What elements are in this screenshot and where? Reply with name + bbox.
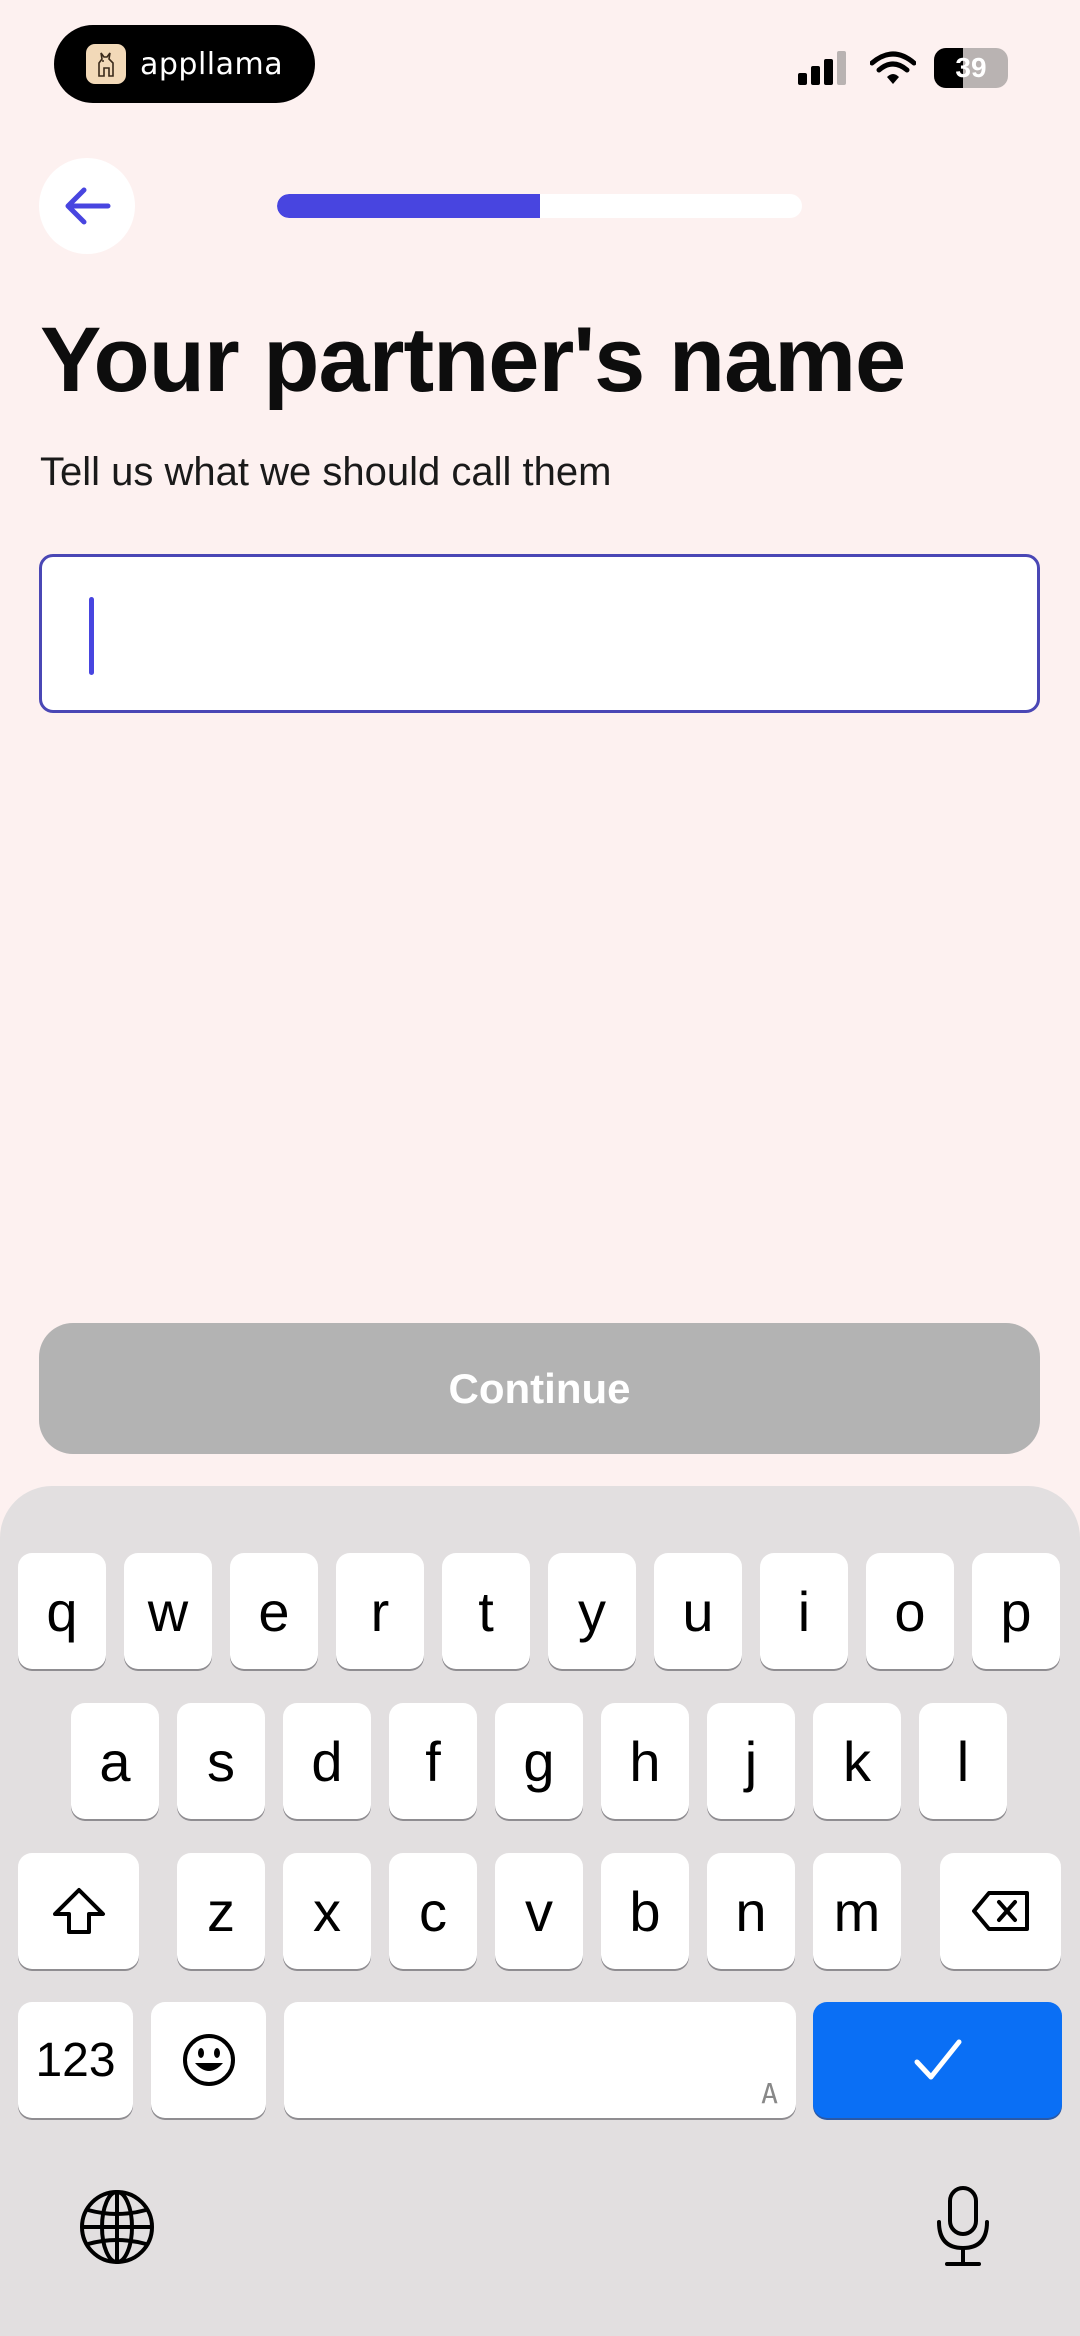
- battery-indicator: 39: [934, 48, 1008, 88]
- shift-key[interactable]: [18, 1853, 139, 1969]
- space-corner-label: A: [761, 2077, 778, 2110]
- wifi-icon: [870, 51, 916, 84]
- key-w[interactable]: w: [124, 1553, 212, 1669]
- shift-icon: [52, 1888, 105, 1934]
- partner-name-field[interactable]: [39, 554, 1040, 713]
- app-indicator-pill[interactable]: appllama: [54, 25, 315, 103]
- key-j[interactable]: j: [707, 1703, 795, 1819]
- key-q[interactable]: q: [18, 1553, 106, 1669]
- progress-fill: [277, 194, 540, 218]
- key-c[interactable]: c: [389, 1853, 477, 1969]
- key-o[interactable]: o: [866, 1553, 954, 1669]
- key-d[interactable]: d: [283, 1703, 371, 1819]
- continue-button[interactable]: Continue: [39, 1323, 1040, 1454]
- onscreen-keyboard: qwertyuiop asdfghjkl zxcvbnm 123 A: [0, 1486, 1080, 2336]
- key-t[interactable]: t: [442, 1553, 530, 1669]
- globe-icon: [80, 2190, 154, 2264]
- key-v[interactable]: v: [495, 1853, 583, 1969]
- page-title: Your partner's name: [40, 309, 906, 411]
- text-cursor: [89, 597, 94, 675]
- key-f[interactable]: f: [389, 1703, 477, 1819]
- key-a[interactable]: a: [71, 1703, 159, 1819]
- key-p[interactable]: p: [972, 1553, 1060, 1669]
- partner-name-input[interactable]: [42, 557, 1037, 710]
- status-icons: 39: [798, 48, 1008, 88]
- key-y[interactable]: y: [548, 1553, 636, 1669]
- back-button[interactable]: [39, 158, 135, 254]
- key-g[interactable]: g: [495, 1703, 583, 1819]
- arrow-left-icon: [65, 187, 111, 225]
- checkmark-icon: [914, 2039, 961, 2080]
- onboarding-progress-bar: [277, 194, 802, 218]
- key-r[interactable]: r: [336, 1553, 424, 1669]
- microphone-icon: [937, 2186, 989, 2266]
- emoji-key[interactable]: [151, 2002, 266, 2118]
- done-key[interactable]: [813, 2002, 1062, 2118]
- key-e[interactable]: e: [230, 1553, 318, 1669]
- dictation-button[interactable]: [922, 2182, 1004, 2272]
- key-s[interactable]: s: [177, 1703, 265, 1819]
- key-m[interactable]: m: [813, 1853, 901, 1969]
- key-n[interactable]: n: [707, 1853, 795, 1969]
- globe-button[interactable]: [76, 2186, 158, 2268]
- backspace-icon: [971, 1891, 1029, 1931]
- key-x[interactable]: x: [283, 1853, 371, 1969]
- space-key[interactable]: A: [284, 2002, 796, 2118]
- numbers-key[interactable]: 123: [18, 2002, 133, 2118]
- page-subtitle: Tell us what we should call them: [40, 450, 612, 494]
- key-h[interactable]: h: [601, 1703, 689, 1819]
- cellular-signal-icon: [798, 51, 846, 85]
- status-bar: appllama 39: [0, 0, 1080, 140]
- delete-key[interactable]: [940, 1853, 1061, 1969]
- key-i[interactable]: i: [760, 1553, 848, 1669]
- battery-level: 39: [955, 52, 987, 83]
- key-z[interactable]: z: [177, 1853, 265, 1969]
- key-l[interactable]: l: [919, 1703, 1007, 1819]
- llama-logo-icon: [86, 44, 126, 84]
- key-b[interactable]: b: [601, 1853, 689, 1969]
- key-k[interactable]: k: [813, 1703, 901, 1819]
- key-u[interactable]: u: [654, 1553, 742, 1669]
- emoji-icon: [182, 2034, 235, 2086]
- app-name: appllama: [140, 46, 284, 82]
